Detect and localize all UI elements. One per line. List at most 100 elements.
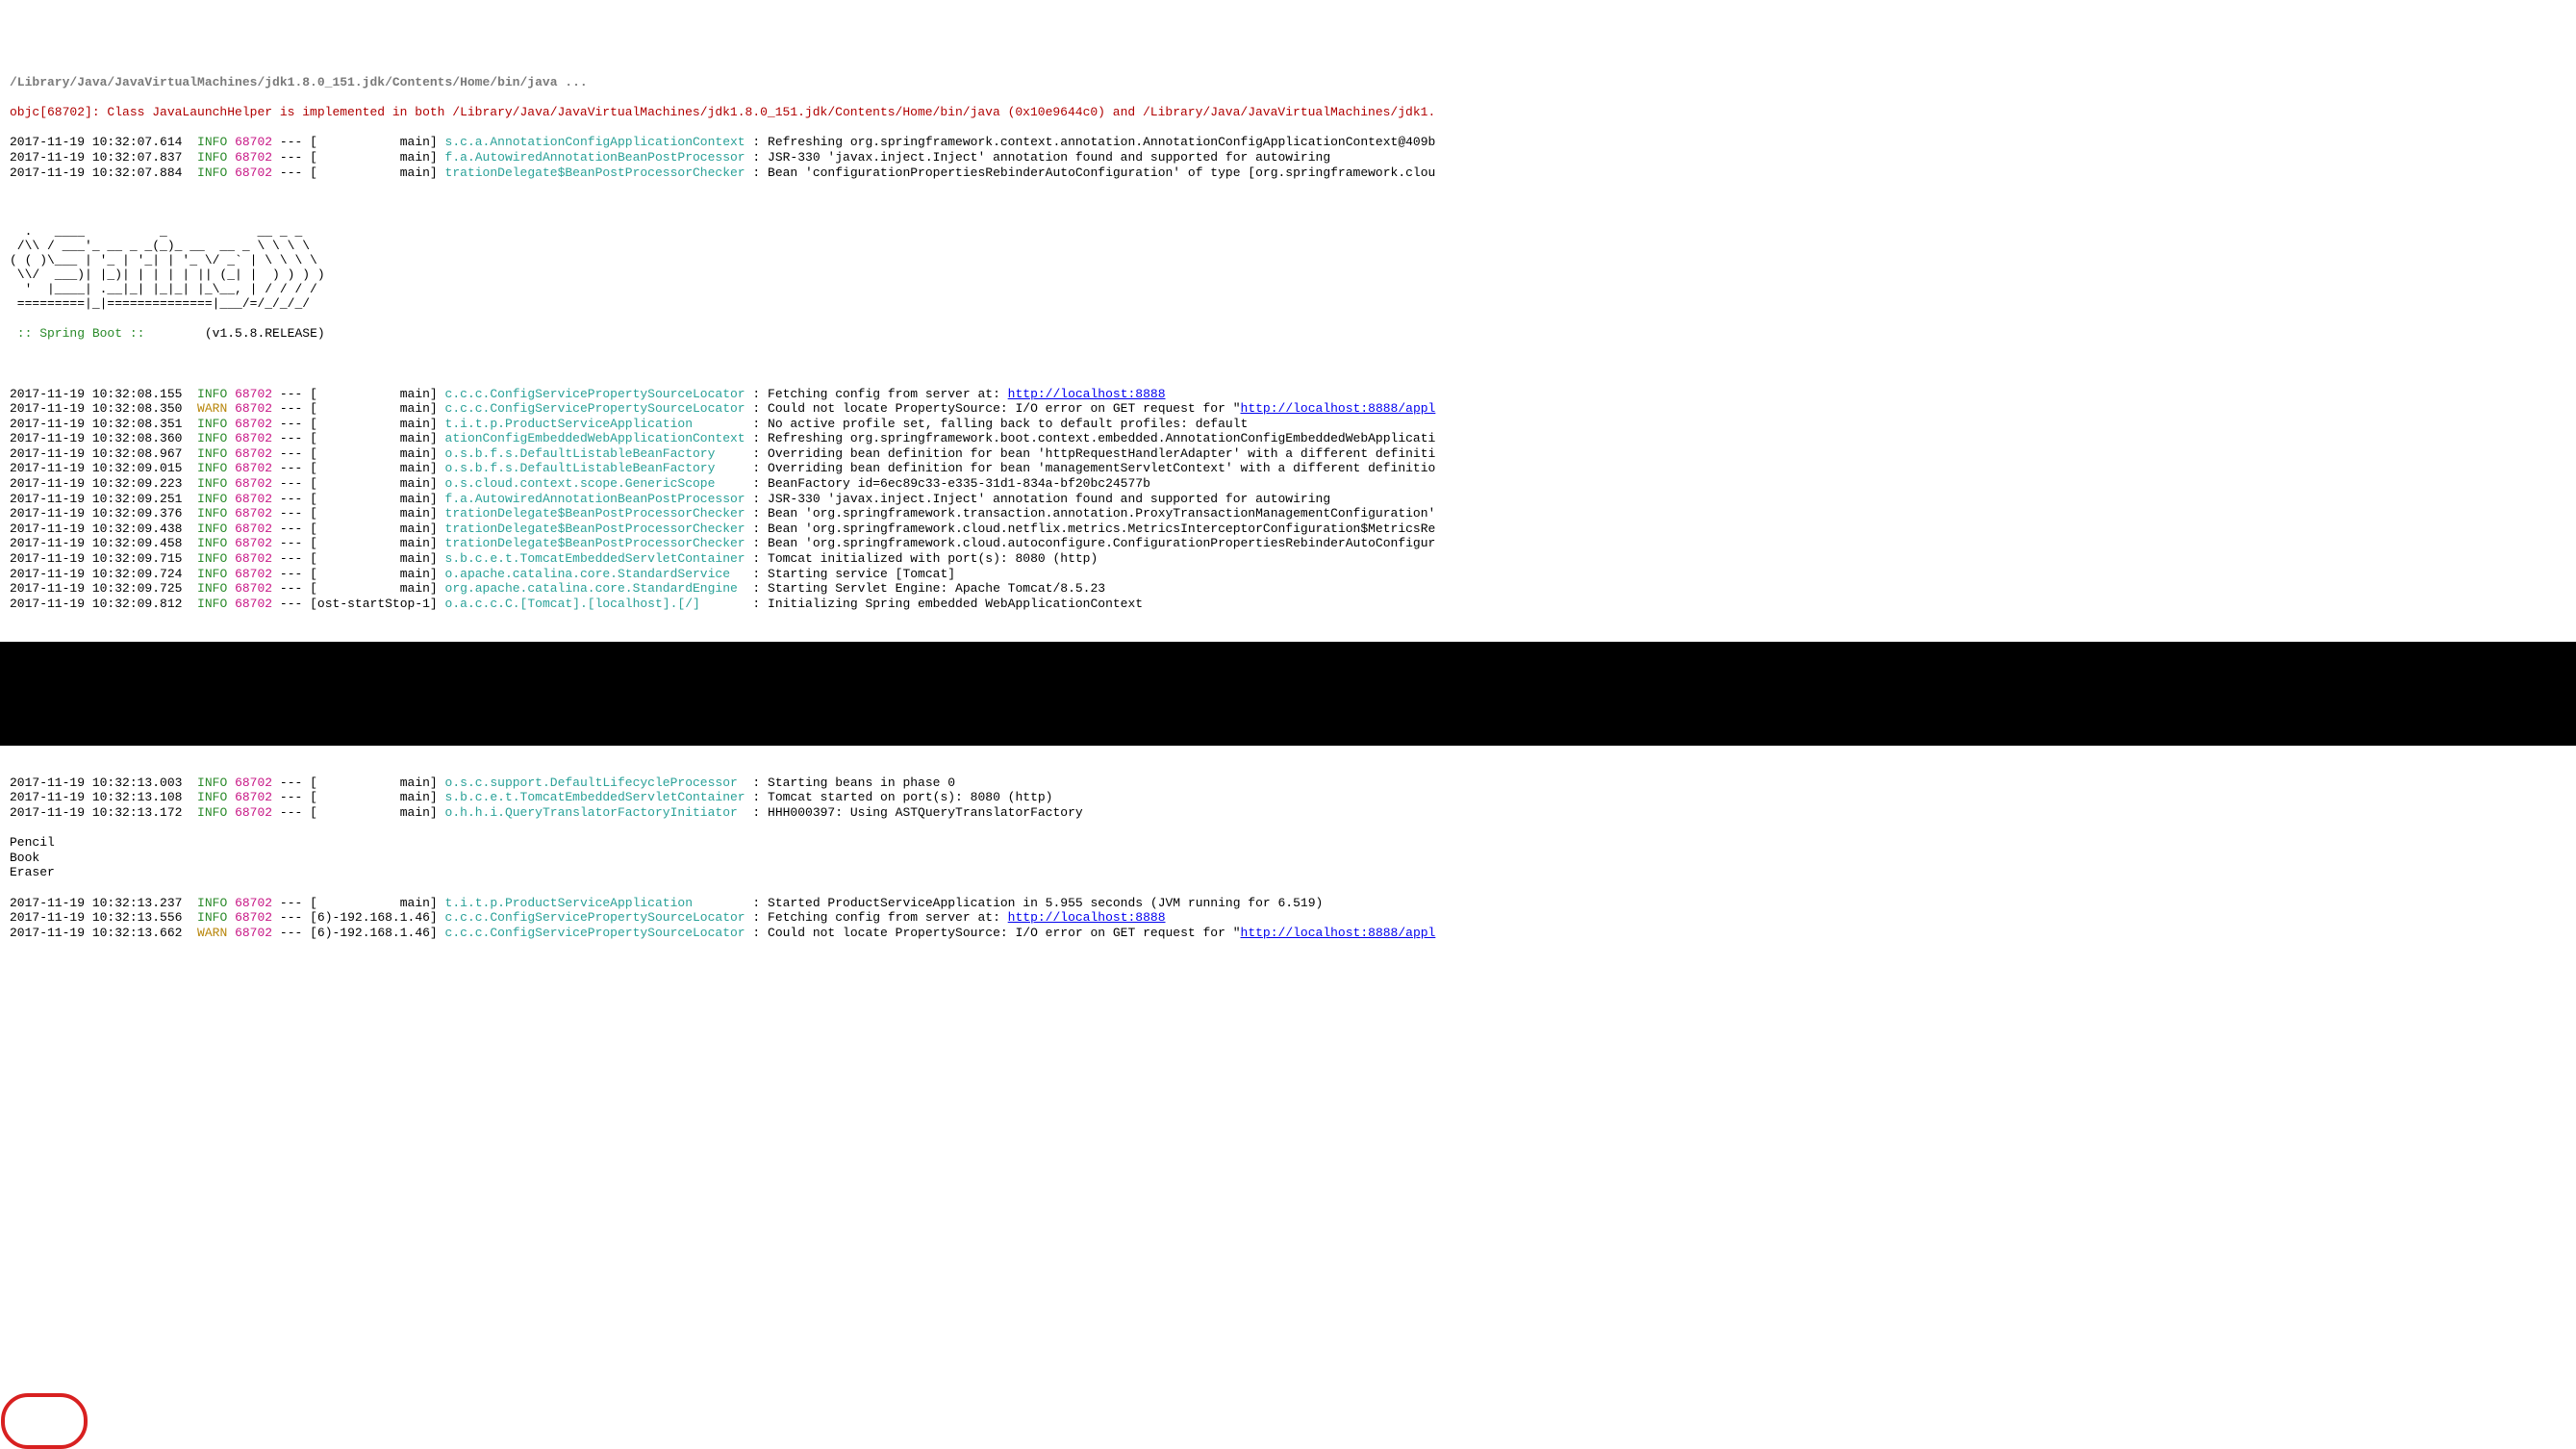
log-line: 2017-11-19 10:32:13.172 INFO 68702 --- [… xyxy=(10,805,2576,821)
log-thread: [ost-startStop-1] xyxy=(310,597,438,612)
log-timestamp: 2017-11-19 10:32:13.662 xyxy=(10,926,182,941)
url-link[interactable]: http://localhost:8888 xyxy=(1008,387,1166,402)
log-logger: t.i.t.p.ProductServiceApplication xyxy=(445,417,745,432)
log-line: 2017-11-19 10:32:09.015 INFO 68702 --- [… xyxy=(10,461,2576,476)
log-level: INFO xyxy=(197,775,227,791)
log-pid: 68702 xyxy=(235,597,272,612)
main-logs: 2017-11-19 10:32:08.155 INFO 68702 --- [… xyxy=(10,387,2576,612)
console-output-continued[interactable]: 2017-11-19 10:32:13.003 INFO 68702 --- [… xyxy=(0,760,2576,970)
log-timestamp: 2017-11-19 10:32:07.614 xyxy=(10,135,182,150)
log-logger: o.apache.catalina.core.StandardService xyxy=(445,567,745,582)
log-pid: 68702 xyxy=(235,461,272,476)
log-pid: 68702 xyxy=(235,135,272,150)
blank-line xyxy=(10,195,2576,211)
log-level: INFO xyxy=(197,165,227,181)
log-timestamp: 2017-11-19 10:32:09.438 xyxy=(10,521,182,537)
log-logger: o.s.b.f.s.DefaultListableBeanFactory xyxy=(445,461,745,476)
log-level: WARN xyxy=(197,926,227,941)
log-logger: o.s.c.support.DefaultLifecycleProcessor xyxy=(445,775,745,791)
log-line: 2017-11-19 10:32:13.237 INFO 68702 --- [… xyxy=(10,896,2576,911)
log-timestamp: 2017-11-19 10:32:09.223 xyxy=(10,476,182,492)
log-line: 2017-11-19 10:32:09.438 INFO 68702 --- [… xyxy=(10,521,2576,537)
log-logger: s.b.c.e.t.TomcatEmbeddedServletContainer xyxy=(445,551,745,567)
log-level: INFO xyxy=(197,536,227,551)
log-level: INFO xyxy=(197,506,227,521)
log-thread: [ main] xyxy=(310,805,438,821)
log-timestamp: 2017-11-19 10:32:13.108 xyxy=(10,790,182,805)
console-output[interactable]: /Library/Java/JavaVirtualMachines/jdk1.8… xyxy=(0,60,2576,626)
url-link[interactable]: http://localhost:8888/appl xyxy=(1241,401,1436,417)
log-thread: [ main] xyxy=(310,401,438,417)
log-pid: 68702 xyxy=(235,446,272,462)
log-timestamp: 2017-11-19 10:32:09.458 xyxy=(10,536,182,551)
log-line: 2017-11-19 10:32:09.223 INFO 68702 --- [… xyxy=(10,476,2576,492)
log-pid: 68702 xyxy=(235,506,272,521)
log-logger: o.s.b.f.s.DefaultListableBeanFactory xyxy=(445,446,745,462)
log-pid: 68702 xyxy=(235,387,272,402)
log-pid: 68702 xyxy=(235,805,272,821)
log-pid: 68702 xyxy=(235,896,272,911)
log-thread: [ main] xyxy=(310,431,438,446)
log-line: 2017-11-19 10:32:09.251 INFO 68702 --- [… xyxy=(10,492,2576,507)
log-level: INFO xyxy=(197,551,227,567)
command-header: /Library/Java/JavaVirtualMachines/jdk1.8… xyxy=(10,75,2576,90)
url-link[interactable]: http://localhost:8888/appl xyxy=(1241,926,1436,941)
log-logger: o.s.cloud.context.scope.GenericScope xyxy=(445,476,745,492)
log-logger: s.b.c.e.t.TomcatEmbeddedServletContainer xyxy=(445,790,745,805)
log-logger: c.c.c.ConfigServicePropertySourceLocator xyxy=(445,926,745,941)
url-link[interactable]: http://localhost:8888 xyxy=(1008,910,1166,926)
black-redaction-block xyxy=(0,642,2576,746)
log-timestamp: 2017-11-19 10:32:13.556 xyxy=(10,910,182,926)
log-logger: c.c.c.ConfigServicePropertySourceLocator xyxy=(445,387,745,402)
log-thread: [ main] xyxy=(310,135,438,150)
log-level: INFO xyxy=(197,581,227,597)
log-timestamp: 2017-11-19 10:32:08.351 xyxy=(10,417,182,432)
spring-version: (v1.5.8.RELEASE) xyxy=(144,326,324,341)
log-logger: trationDelegate$BeanPostProcessorChecker xyxy=(445,521,745,537)
annotation-circle xyxy=(1,1393,88,1449)
log-line: 2017-11-19 10:32:09.725 INFO 68702 --- [… xyxy=(10,581,2576,597)
log-pid: 68702 xyxy=(235,431,272,446)
log-pid: 68702 xyxy=(235,492,272,507)
log-timestamp: 2017-11-19 10:32:13.237 xyxy=(10,896,182,911)
log-thread: [ main] xyxy=(310,165,438,181)
log-pid: 68702 xyxy=(235,790,272,805)
log-level: INFO xyxy=(197,567,227,582)
log-level: INFO xyxy=(197,417,227,432)
log-thread: [ main] xyxy=(310,461,438,476)
log-line: 2017-11-19 10:32:13.662 WARN 68702 --- [… xyxy=(10,926,2576,941)
log-pid: 68702 xyxy=(235,910,272,926)
log-timestamp: 2017-11-19 10:32:09.376 xyxy=(10,506,182,521)
log-pid: 68702 xyxy=(235,521,272,537)
log-timestamp: 2017-11-19 10:32:13.172 xyxy=(10,805,182,821)
log-level: INFO xyxy=(197,387,227,402)
log-pid: 68702 xyxy=(235,150,272,165)
spring-boot-version-line: :: Spring Boot :: (v1.5.8.RELEASE) xyxy=(10,326,2576,342)
log-line: 2017-11-19 10:32:13.108 INFO 68702 --- [… xyxy=(10,790,2576,805)
log-thread: [ main] xyxy=(310,536,438,551)
log-timestamp: 2017-11-19 10:32:08.967 xyxy=(10,446,182,462)
objc-warning: objc[68702]: Class JavaLaunchHelper is i… xyxy=(10,105,2576,120)
log-logger: c.c.c.ConfigServicePropertySourceLocator xyxy=(445,401,745,417)
log-logger: c.c.c.ConfigServicePropertySourceLocator xyxy=(445,910,745,926)
log-thread: [ main] xyxy=(310,551,438,567)
log-line: 2017-11-19 10:32:08.351 INFO 68702 --- [… xyxy=(10,417,2576,432)
log-timestamp: 2017-11-19 10:32:09.724 xyxy=(10,567,182,582)
log-line: 2017-11-19 10:32:13.556 INFO 68702 --- [… xyxy=(10,910,2576,926)
log-logger: trationDelegate$BeanPostProcessorChecker xyxy=(445,536,745,551)
log-level: INFO xyxy=(197,461,227,476)
log-timestamp: 2017-11-19 10:32:09.251 xyxy=(10,492,182,507)
log-thread: [ main] xyxy=(310,506,438,521)
log-line: 2017-11-19 10:32:08.360 INFO 68702 --- [… xyxy=(10,431,2576,446)
log-level: INFO xyxy=(197,431,227,446)
log-line: 2017-11-19 10:32:13.003 INFO 68702 --- [… xyxy=(10,775,2576,791)
log-timestamp: 2017-11-19 10:32:13.003 xyxy=(10,775,182,791)
log-thread: [ main] xyxy=(310,150,438,165)
log-thread: [ main] xyxy=(310,387,438,402)
log-line: 2017-11-19 10:32:09.715 INFO 68702 --- [… xyxy=(10,551,2576,567)
log-logger: t.i.t.p.ProductServiceApplication xyxy=(445,896,745,911)
stdout-line: Pencil xyxy=(10,835,2576,851)
post-block-logs-1: 2017-11-19 10:32:13.003 INFO 68702 --- [… xyxy=(10,775,2576,821)
log-level: INFO xyxy=(197,805,227,821)
log-thread: [ main] xyxy=(310,567,438,582)
